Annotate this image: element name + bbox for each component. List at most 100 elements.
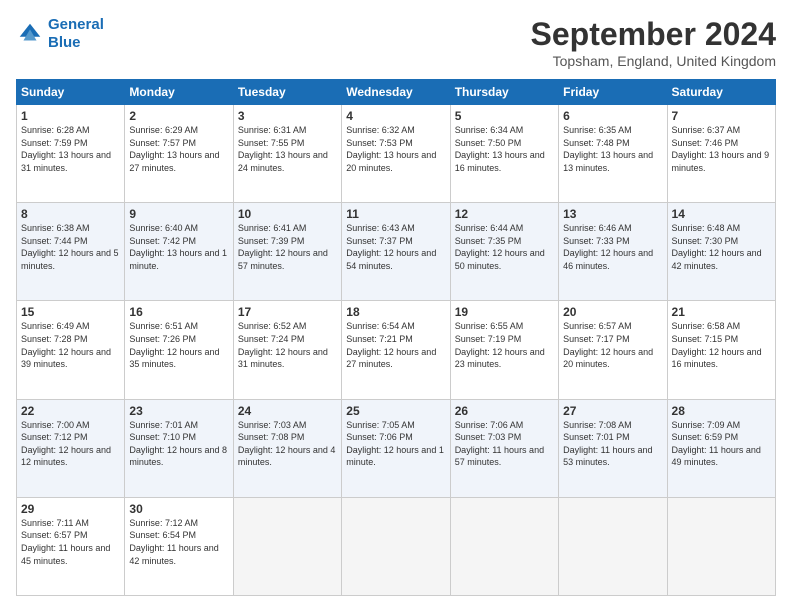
day-number: 15 <box>21 305 120 319</box>
table-row: 28 Sunrise: 7:09 AMSunset: 6:59 PMDaylig… <box>667 399 775 497</box>
table-row: 23 Sunrise: 7:01 AMSunset: 7:10 PMDaylig… <box>125 399 233 497</box>
day-number: 28 <box>672 404 771 418</box>
table-row: 2 Sunrise: 6:29 AMSunset: 7:57 PMDayligh… <box>125 105 233 203</box>
day-info: Sunrise: 6:35 AMSunset: 7:48 PMDaylight:… <box>563 124 662 174</box>
day-info: Sunrise: 6:28 AMSunset: 7:59 PMDaylight:… <box>21 124 120 174</box>
day-number: 26 <box>455 404 554 418</box>
table-row: 3 Sunrise: 6:31 AMSunset: 7:55 PMDayligh… <box>233 105 341 203</box>
day-info: Sunrise: 6:38 AMSunset: 7:44 PMDaylight:… <box>21 222 120 272</box>
table-row: 19 Sunrise: 6:55 AMSunset: 7:19 PMDaylig… <box>450 301 558 399</box>
col-sunday: Sunday <box>17 80 125 105</box>
day-info: Sunrise: 7:11 AMSunset: 6:57 PMDaylight:… <box>21 517 120 567</box>
table-row: 21 Sunrise: 6:58 AMSunset: 7:15 PMDaylig… <box>667 301 775 399</box>
day-info: Sunrise: 6:49 AMSunset: 7:28 PMDaylight:… <box>21 320 120 370</box>
table-row <box>233 497 341 595</box>
day-info: Sunrise: 6:29 AMSunset: 7:57 PMDaylight:… <box>129 124 228 174</box>
day-info: Sunrise: 7:01 AMSunset: 7:10 PMDaylight:… <box>129 419 228 469</box>
table-row: 14 Sunrise: 6:48 AMSunset: 7:30 PMDaylig… <box>667 203 775 301</box>
calendar: Sunday Monday Tuesday Wednesday Thursday… <box>16 79 776 596</box>
day-number: 8 <box>21 207 120 221</box>
day-number: 24 <box>238 404 337 418</box>
day-number: 13 <box>563 207 662 221</box>
table-row: 1 Sunrise: 6:28 AMSunset: 7:59 PMDayligh… <box>17 105 125 203</box>
day-number: 4 <box>346 109 445 123</box>
table-row <box>667 497 775 595</box>
day-info: Sunrise: 6:55 AMSunset: 7:19 PMDaylight:… <box>455 320 554 370</box>
table-row: 6 Sunrise: 6:35 AMSunset: 7:48 PMDayligh… <box>559 105 667 203</box>
table-row <box>450 497 558 595</box>
day-info: Sunrise: 7:12 AMSunset: 6:54 PMDaylight:… <box>129 517 228 567</box>
table-row: 29 Sunrise: 7:11 AMSunset: 6:57 PMDaylig… <box>17 497 125 595</box>
day-number: 29 <box>21 502 120 516</box>
table-row: 13 Sunrise: 6:46 AMSunset: 7:33 PMDaylig… <box>559 203 667 301</box>
day-number: 6 <box>563 109 662 123</box>
title-block: September 2024 Topsham, England, United … <box>531 16 776 69</box>
col-friday: Friday <box>559 80 667 105</box>
day-number: 30 <box>129 502 228 516</box>
day-number: 20 <box>563 305 662 319</box>
calendar-week-row: 1 Sunrise: 6:28 AMSunset: 7:59 PMDayligh… <box>17 105 776 203</box>
day-number: 2 <box>129 109 228 123</box>
day-number: 7 <box>672 109 771 123</box>
day-number: 23 <box>129 404 228 418</box>
logo-line2: Blue <box>48 34 81 51</box>
table-row: 25 Sunrise: 7:05 AMSunset: 7:06 PMDaylig… <box>342 399 450 497</box>
day-info: Sunrise: 7:08 AMSunset: 7:01 PMDaylight:… <box>563 419 662 469</box>
day-number: 3 <box>238 109 337 123</box>
month-title: September 2024 <box>531 16 776 53</box>
table-row <box>342 497 450 595</box>
day-number: 5 <box>455 109 554 123</box>
table-row: 30 Sunrise: 7:12 AMSunset: 6:54 PMDaylig… <box>125 497 233 595</box>
day-number: 1 <box>21 109 120 123</box>
calendar-week-row: 8 Sunrise: 6:38 AMSunset: 7:44 PMDayligh… <box>17 203 776 301</box>
table-row: 27 Sunrise: 7:08 AMSunset: 7:01 PMDaylig… <box>559 399 667 497</box>
day-info: Sunrise: 6:37 AMSunset: 7:46 PMDaylight:… <box>672 124 771 174</box>
day-number: 25 <box>346 404 445 418</box>
day-info: Sunrise: 6:41 AMSunset: 7:39 PMDaylight:… <box>238 222 337 272</box>
table-row: 7 Sunrise: 6:37 AMSunset: 7:46 PMDayligh… <box>667 105 775 203</box>
location: Topsham, England, United Kingdom <box>531 53 776 69</box>
day-number: 22 <box>21 404 120 418</box>
day-number: 11 <box>346 207 445 221</box>
day-info: Sunrise: 6:54 AMSunset: 7:21 PMDaylight:… <box>346 320 445 370</box>
day-info: Sunrise: 7:00 AMSunset: 7:12 PMDaylight:… <box>21 419 120 469</box>
table-row: 9 Sunrise: 6:40 AMSunset: 7:42 PMDayligh… <box>125 203 233 301</box>
table-row: 10 Sunrise: 6:41 AMSunset: 7:39 PMDaylig… <box>233 203 341 301</box>
day-info: Sunrise: 6:40 AMSunset: 7:42 PMDaylight:… <box>129 222 228 272</box>
header: General Blue September 2024 Topsham, Eng… <box>16 16 776 69</box>
logo-icon <box>16 20 44 48</box>
page: General Blue September 2024 Topsham, Eng… <box>0 0 792 612</box>
day-info: Sunrise: 6:44 AMSunset: 7:35 PMDaylight:… <box>455 222 554 272</box>
table-row: 20 Sunrise: 6:57 AMSunset: 7:17 PMDaylig… <box>559 301 667 399</box>
day-info: Sunrise: 6:57 AMSunset: 7:17 PMDaylight:… <box>563 320 662 370</box>
table-row: 17 Sunrise: 6:52 AMSunset: 7:24 PMDaylig… <box>233 301 341 399</box>
day-number: 16 <box>129 305 228 319</box>
day-number: 18 <box>346 305 445 319</box>
table-row: 11 Sunrise: 6:43 AMSunset: 7:37 PMDaylig… <box>342 203 450 301</box>
col-tuesday: Tuesday <box>233 80 341 105</box>
table-row: 15 Sunrise: 6:49 AMSunset: 7:28 PMDaylig… <box>17 301 125 399</box>
table-row: 24 Sunrise: 7:03 AMSunset: 7:08 PMDaylig… <box>233 399 341 497</box>
day-number: 17 <box>238 305 337 319</box>
day-info: Sunrise: 7:03 AMSunset: 7:08 PMDaylight:… <box>238 419 337 469</box>
day-info: Sunrise: 7:05 AMSunset: 7:06 PMDaylight:… <box>346 419 445 469</box>
table-row: 26 Sunrise: 7:06 AMSunset: 7:03 PMDaylig… <box>450 399 558 497</box>
col-monday: Monday <box>125 80 233 105</box>
col-saturday: Saturday <box>667 80 775 105</box>
day-info: Sunrise: 6:48 AMSunset: 7:30 PMDaylight:… <box>672 222 771 272</box>
day-info: Sunrise: 6:52 AMSunset: 7:24 PMDaylight:… <box>238 320 337 370</box>
table-row: 4 Sunrise: 6:32 AMSunset: 7:53 PMDayligh… <box>342 105 450 203</box>
table-row: 18 Sunrise: 6:54 AMSunset: 7:21 PMDaylig… <box>342 301 450 399</box>
day-info: Sunrise: 6:32 AMSunset: 7:53 PMDaylight:… <box>346 124 445 174</box>
table-row: 5 Sunrise: 6:34 AMSunset: 7:50 PMDayligh… <box>450 105 558 203</box>
day-number: 19 <box>455 305 554 319</box>
day-info: Sunrise: 6:43 AMSunset: 7:37 PMDaylight:… <box>346 222 445 272</box>
day-number: 9 <box>129 207 228 221</box>
table-row: 22 Sunrise: 7:00 AMSunset: 7:12 PMDaylig… <box>17 399 125 497</box>
day-number: 12 <box>455 207 554 221</box>
calendar-week-row: 15 Sunrise: 6:49 AMSunset: 7:28 PMDaylig… <box>17 301 776 399</box>
calendar-week-row: 22 Sunrise: 7:00 AMSunset: 7:12 PMDaylig… <box>17 399 776 497</box>
day-number: 21 <box>672 305 771 319</box>
day-info: Sunrise: 6:51 AMSunset: 7:26 PMDaylight:… <box>129 320 228 370</box>
calendar-week-row: 29 Sunrise: 7:11 AMSunset: 6:57 PMDaylig… <box>17 497 776 595</box>
